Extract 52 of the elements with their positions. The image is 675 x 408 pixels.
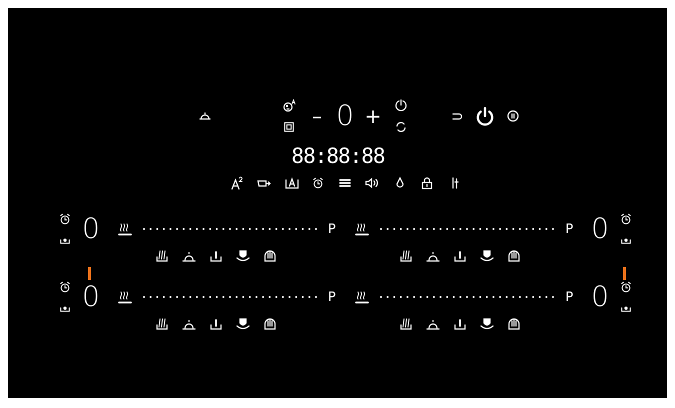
fry-basket-icon[interactable]	[507, 249, 522, 263]
thermometer-pot-icon[interactable]	[453, 317, 468, 331]
thermometer-pot-icon[interactable]	[209, 317, 223, 331]
steam-pot-icon[interactable]	[399, 249, 414, 263]
bridge-indicator	[88, 266, 91, 280]
zone-display: 0	[82, 283, 100, 311]
pot-letter-icon[interactable]	[284, 176, 298, 190]
bridge-indicator	[623, 266, 626, 280]
fry-basket-icon[interactable]	[507, 317, 522, 331]
dotted-power-scale[interactable]	[142, 226, 318, 232]
clock-display: 88:88:88	[290, 144, 386, 168]
minus-button[interactable]: –	[312, 106, 322, 126]
shield-pot-icon[interactable]	[480, 249, 494, 263]
square-icon[interactable]	[283, 121, 295, 133]
speaker-icon[interactable]	[365, 176, 379, 190]
alarm-clock-icon[interactable]	[620, 281, 632, 293]
letter-a-icon[interactable]	[230, 176, 244, 190]
dotted-power-scale[interactable]	[379, 294, 556, 300]
alarm-clock-icon[interactable]	[59, 281, 71, 293]
alarm-clock-icon[interactable]	[59, 213, 71, 225]
dotted-power-scale[interactable]	[379, 226, 556, 232]
power-icon[interactable]	[475, 106, 495, 126]
steam-pot-icon[interactable]	[155, 249, 169, 263]
shield-pot-icon[interactable]	[236, 249, 250, 263]
steam-pot-icon[interactable]	[399, 317, 414, 331]
power-display: 0	[336, 102, 354, 130]
zone-display: 0	[82, 215, 100, 243]
heat-level-icon[interactable]	[355, 290, 370, 304]
pause-icon[interactable]	[506, 109, 520, 123]
zone-display: 0	[591, 212, 609, 245]
thermometer-pot-icon[interactable]	[209, 249, 223, 263]
heat-level-icon[interactable]	[118, 222, 132, 236]
alarm-clock-icon[interactable]	[620, 213, 632, 225]
steam-pot-icon[interactable]	[155, 317, 169, 331]
power-level-label: P	[565, 222, 574, 236]
heat-level-icon[interactable]	[355, 222, 370, 236]
power-level-label: P	[328, 290, 336, 304]
shield-pot-icon[interactable]	[480, 317, 494, 331]
dotted-power-scale[interactable]	[142, 294, 318, 300]
thermometer-pot-icon[interactable]	[453, 249, 468, 263]
plus-button[interactable]: +	[364, 106, 382, 126]
fry-basket-icon[interactable]	[263, 317, 277, 331]
refresh-icon[interactable]	[394, 120, 408, 134]
heat-level-icon[interactable]	[118, 290, 132, 304]
power-level-label: P	[565, 290, 574, 304]
menu-icon[interactable]	[338, 176, 352, 190]
zone-display: 0	[591, 280, 609, 313]
alarm-clock-icon[interactable]	[312, 177, 324, 189]
fry-basket-icon[interactable]	[263, 249, 277, 263]
lock-icon[interactable]	[420, 176, 434, 190]
power-level-label: P	[328, 222, 336, 236]
shield-pot-icon[interactable]	[236, 317, 250, 331]
